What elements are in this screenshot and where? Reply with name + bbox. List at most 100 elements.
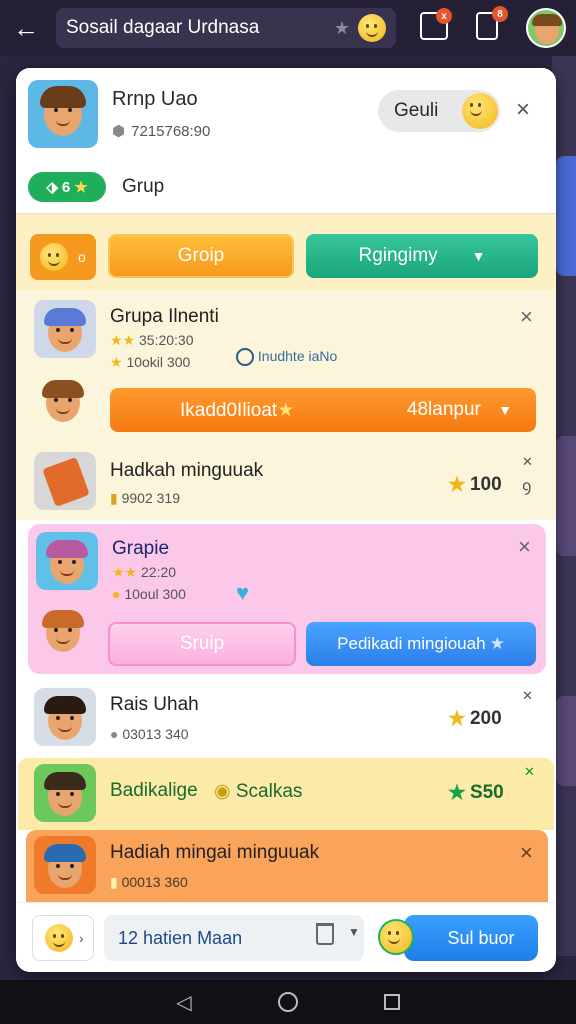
stars-icon: ★★ [110, 332, 136, 348]
emoji-button[interactable]: › [32, 915, 94, 961]
back-arrow-icon[interactable]: ← [10, 12, 42, 44]
member-name: Rais Uhah [110, 694, 199, 715]
dialog-header: Rrnp Uao ⬢ 7215768:90 Geuli × ⬗ 6 ★ Grup [16, 68, 556, 214]
close-icon[interactable]: ✕ [522, 454, 533, 470]
ranking-button[interactable]: Rgingimy ▼ [306, 234, 538, 278]
member-count: ★ 10okil 300 [110, 354, 190, 371]
tag-label: Grup [122, 176, 165, 197]
emoji-chip-label: o [78, 249, 86, 265]
member-meta: ● 03013 340 [110, 726, 189, 742]
group-tag-badge[interactable]: ⬗ 6 ★ [28, 172, 106, 202]
member-amount-text: 200 [469, 707, 502, 729]
list-item[interactable]: Badikalige ◉ Scalkas ★ S50 ✕ [18, 758, 554, 830]
close-icon[interactable]: ✕ [524, 764, 535, 780]
item-icon [34, 452, 96, 510]
member-badge: Inudhte iaNo [236, 348, 338, 367]
tag-icon: ⬗ [46, 179, 58, 196]
member-name: Hadiah mingai minguuak [110, 842, 320, 863]
emoji-chip[interactable]: o [30, 234, 96, 280]
title-bar[interactable]: Sosail dagaar Urdnasa ★ [56, 8, 396, 48]
member-name: Badikalige [110, 780, 198, 801]
recents-nav-icon[interactable] [383, 994, 400, 1010]
member-count-text: 10okil 300 [126, 354, 191, 370]
member-amount: ★ 200 [448, 706, 502, 731]
edit-badge: x [436, 8, 452, 24]
member-avatar-2[interactable] [38, 606, 90, 658]
member-avatar-2[interactable] [36, 376, 92, 428]
reward-button[interactable]: Ikadd0Ilioat★ 48lanpur ▼ [110, 388, 536, 432]
app-title: Sosail dagaar Urdnasa [66, 17, 260, 38]
group-button[interactable]: Sruip [108, 622, 296, 666]
group-id: ⬢ 7215768:90 [112, 122, 210, 140]
member-meta-text: 00013 360 [121, 874, 188, 890]
item-name: Hadkah minguuak [110, 460, 264, 481]
item-meta: ▮ 9902 319 [110, 490, 180, 507]
reward-value-text: 48lanpur [406, 399, 481, 420]
star-icon: ★ [448, 782, 466, 804]
member-avatar[interactable] [34, 688, 96, 746]
star-icon: ★ [448, 474, 466, 496]
item-meta-text: 9902 319 [121, 490, 181, 506]
member-rating: ★★ 35:20:30 [110, 332, 194, 349]
goal-pill-label: Geuli [394, 100, 439, 121]
item-amount-text: 100 [469, 473, 502, 495]
prize-button-label: Pedikadi mingiouah [337, 634, 486, 653]
smiley-icon [378, 919, 414, 955]
member-name: Grapie [112, 538, 170, 559]
coin-icon: ▮ [110, 490, 118, 506]
back-nav-icon[interactable]: ◁ [176, 990, 191, 1015]
group-avatar[interactable] [28, 80, 98, 148]
smiley-icon [45, 924, 73, 952]
action-row: o Groip Rgingimy ▼ [16, 214, 556, 290]
send-button-label: Sul buor [447, 927, 515, 948]
member-meta: ▮ 00013 360 [110, 874, 188, 891]
list-item[interactable]: Grupa Ilnenti ★★ 35:20:30 ★ 10okil 300 I… [16, 290, 556, 444]
member-count-text: 10oul 300 [124, 586, 186, 602]
smiley-icon[interactable] [358, 14, 386, 42]
reward-button-label: Ikadd0Ilioat★ [180, 399, 294, 422]
reward-label-text: Ikadd0Ilioat [180, 399, 278, 421]
prize-button[interactable]: Pedikadi mingiouah ★ [306, 622, 536, 666]
star-icon: ★ [74, 179, 88, 196]
member-avatar[interactable] [34, 764, 96, 822]
goal-pill-button[interactable]: Geuli [378, 90, 500, 132]
heart-icon[interactable]: ♥ [236, 580, 249, 606]
list-item-highlighted[interactable]: Grapie ★★ 22:20 ● 10oul 300 ♥ × Sruip Pe… [28, 524, 546, 674]
star-icon: ★ [110, 354, 123, 370]
close-icon[interactable]: × [520, 840, 533, 866]
member-rating: ★★ 22:20 [112, 564, 176, 581]
member-badge-text: Inudhte iaNo [257, 348, 338, 364]
chevron-down-icon[interactable]: ▼ [348, 925, 360, 939]
star-icon: ★ [277, 399, 295, 421]
member-label: ◉ Scalkas [214, 780, 302, 803]
member-amount-text: S50 [469, 781, 504, 803]
member-avatar[interactable] [34, 836, 96, 894]
member-rating-text: 22:20 [141, 564, 177, 580]
star-icon: ★ [448, 708, 466, 730]
member-label-text: Scalkas [235, 781, 303, 802]
ranking-button-label: Rgingimy [358, 245, 438, 266]
reward-button-value: 48lanpur ▼ [407, 399, 512, 421]
list-item[interactable]: Rais Uhah ● 03013 340 ★ 200 ✕ [16, 680, 556, 756]
group-id-text: 7215768:90 [131, 123, 211, 140]
trash-icon[interactable] [316, 923, 334, 945]
top-app-bar: ← Sosail dagaar Urdnasa ★ x 8 [0, 0, 576, 56]
list-item[interactable]: Hadiah mingai minguuak ▮ 00013 360 × [26, 830, 548, 902]
member-avatar[interactable] [34, 300, 96, 358]
close-icon[interactable]: × [520, 304, 533, 330]
close-icon[interactable]: × [518, 534, 531, 560]
list-item[interactable]: Hadkah minguuak ▮ 9902 319 ★ 100 ✕ ꝯ [16, 444, 556, 520]
system-navigation-bar: ◁ [0, 980, 576, 1024]
send-button[interactable]: Sul buor [404, 915, 538, 961]
profile-avatar[interactable] [526, 8, 566, 48]
star-icon[interactable]: ★ [334, 18, 350, 39]
item-amount: ★ 100 [448, 472, 502, 497]
close-icon[interactable]: ✕ [522, 688, 533, 704]
member-count: ● 10oul 300 [112, 586, 186, 602]
tag-count: 6 [61, 178, 71, 196]
member-avatar[interactable] [36, 532, 98, 590]
link-icon [236, 348, 254, 367]
close-icon[interactable]: × [516, 96, 530, 124]
group-button[interactable]: Groip [108, 234, 294, 278]
home-nav-icon[interactable] [277, 992, 298, 1012]
